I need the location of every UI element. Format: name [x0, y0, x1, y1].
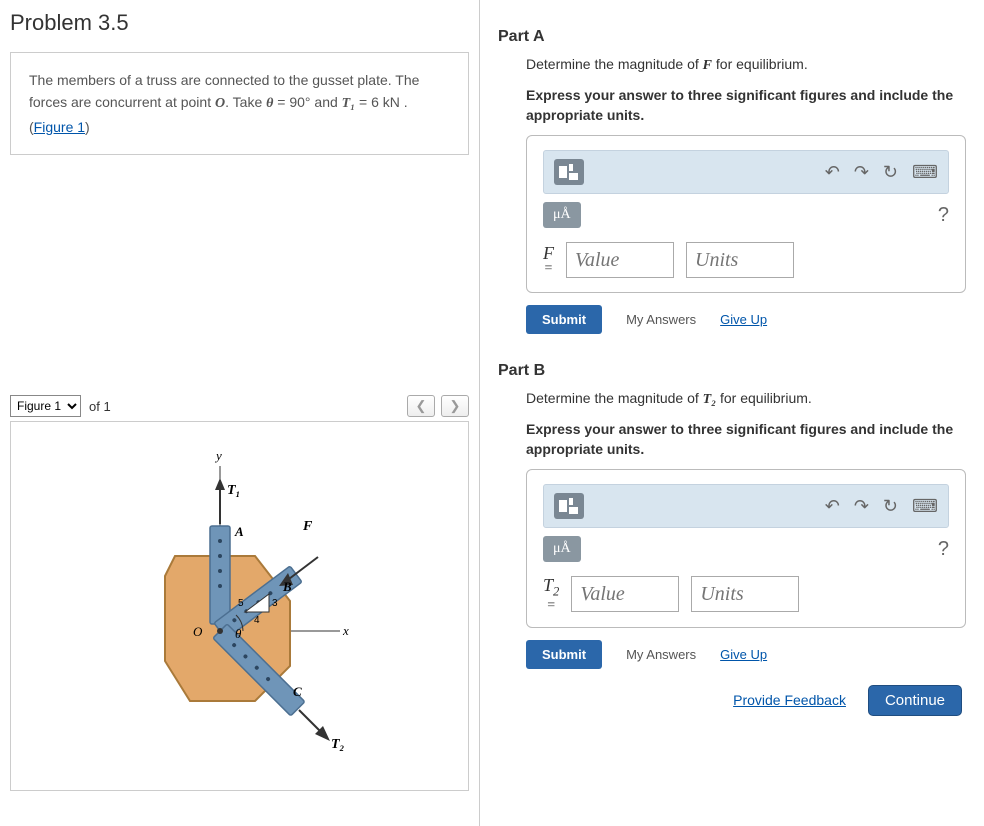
undo-icon[interactable]: ↶ [825, 496, 840, 517]
keyboard-icon[interactable]: ⌨ [912, 496, 938, 517]
part-b-question: Determine the magnitude of T₂ for equili… [526, 390, 966, 408]
redo-icon[interactable]: ↷ [854, 162, 869, 183]
figure-next-button[interactable]: ❯ [441, 395, 469, 417]
part-b-submit-button[interactable]: Submit [526, 640, 602, 669]
point-o: O [215, 96, 225, 111]
part-a-value-input[interactable] [566, 242, 674, 278]
part-b-answer-panel: ↶ ↷ ↻ ⌨ μÅ ? T2 = [526, 469, 966, 627]
problem-title: Problem 3.5 [10, 10, 469, 36]
reset-icon[interactable]: ↻ [883, 496, 898, 517]
part-a-submit-button[interactable]: Submit [526, 305, 602, 334]
part-a-qvar: F [703, 58, 712, 73]
theta-label: θ [235, 626, 242, 641]
part-a-instructions: Express your answer to three significant… [526, 86, 966, 125]
part-b-my-answers[interactable]: My Answers [626, 647, 696, 662]
continue-button[interactable]: Continue [868, 685, 962, 716]
equals: = [543, 599, 559, 613]
a-label: A [234, 524, 244, 539]
redo-icon[interactable]: ↷ [854, 496, 869, 517]
part-a-give-up[interactable]: Give Up [720, 312, 767, 327]
part-b-units-input[interactable] [691, 576, 799, 612]
templates-icon[interactable] [554, 159, 584, 185]
keyboard-icon[interactable]: ⌨ [912, 162, 938, 183]
var-t2: T2 [543, 576, 559, 598]
figure-link[interactable]: Figure 1 [34, 119, 85, 135]
tri-5: 5 [238, 598, 244, 609]
part-a-head: Part A [498, 28, 966, 46]
t1-label: T₁ [227, 483, 240, 498]
figure-frame: x y O [10, 421, 469, 791]
part-a-units-input[interactable] [686, 242, 794, 278]
units-chip[interactable]: μÅ [543, 536, 581, 562]
part-b-value-input[interactable] [571, 576, 679, 612]
part-b-head: Part B [498, 362, 966, 380]
part-a-answer-panel: ↶ ↷ ↻ ⌨ μÅ ? F = [526, 135, 966, 293]
t1-var: T₁ [342, 96, 355, 111]
part-b-give-up[interactable]: Give Up [720, 647, 767, 662]
var-f: F [543, 244, 554, 262]
x-axis-label: x [342, 623, 349, 638]
b-label: B [282, 579, 292, 594]
part-b-q1: Determine the magnitude of [526, 390, 703, 406]
equals: = [543, 262, 554, 276]
part-a-question: Determine the magnitude of F for equilib… [526, 56, 966, 74]
figure-prev-button[interactable]: ❮ [407, 395, 435, 417]
figure-select[interactable]: Figure 1 [10, 395, 81, 417]
provide-feedback-link[interactable]: Provide Feedback [733, 692, 846, 708]
prompt-text: ) [85, 119, 90, 135]
c-label: C [293, 684, 302, 699]
part-b-instructions: Express your answer to three significant… [526, 420, 966, 459]
part-b-qvar: T₂ [703, 392, 716, 407]
tri-3: 3 [272, 598, 278, 609]
undo-icon[interactable]: ↶ [825, 162, 840, 183]
reset-icon[interactable]: ↻ [883, 162, 898, 183]
tri-4: 4 [254, 615, 260, 626]
help-icon[interactable]: ? [938, 204, 949, 227]
f-label: F [302, 519, 313, 534]
templates-icon[interactable] [554, 493, 584, 519]
units-chip[interactable]: μÅ [543, 202, 581, 228]
o-label: O [193, 624, 203, 639]
problem-prompt: The members of a truss are connected to … [10, 52, 469, 155]
prompt-text: = 90° and [273, 94, 341, 110]
part-b-q2: for equilibrium. [716, 390, 812, 406]
part-a-toolbar: ↶ ↷ ↻ ⌨ [543, 150, 949, 194]
part-a-my-answers[interactable]: My Answers [626, 312, 696, 327]
figure-of: of 1 [89, 399, 111, 414]
prompt-text: . Take [225, 94, 266, 110]
part-a-q1: Determine the magnitude of [526, 56, 703, 72]
y-axis-label: y [214, 448, 222, 463]
part-a-q2: for equilibrium. [712, 56, 808, 72]
part-b-var-label: T2 = [543, 576, 559, 612]
figure-svg: x y O [75, 436, 405, 776]
part-a-var-label: F = [543, 244, 554, 276]
help-icon[interactable]: ? [938, 538, 949, 561]
t2-label: T₂ [331, 737, 345, 752]
part-b-toolbar: ↶ ↷ ↻ ⌨ [543, 484, 949, 528]
